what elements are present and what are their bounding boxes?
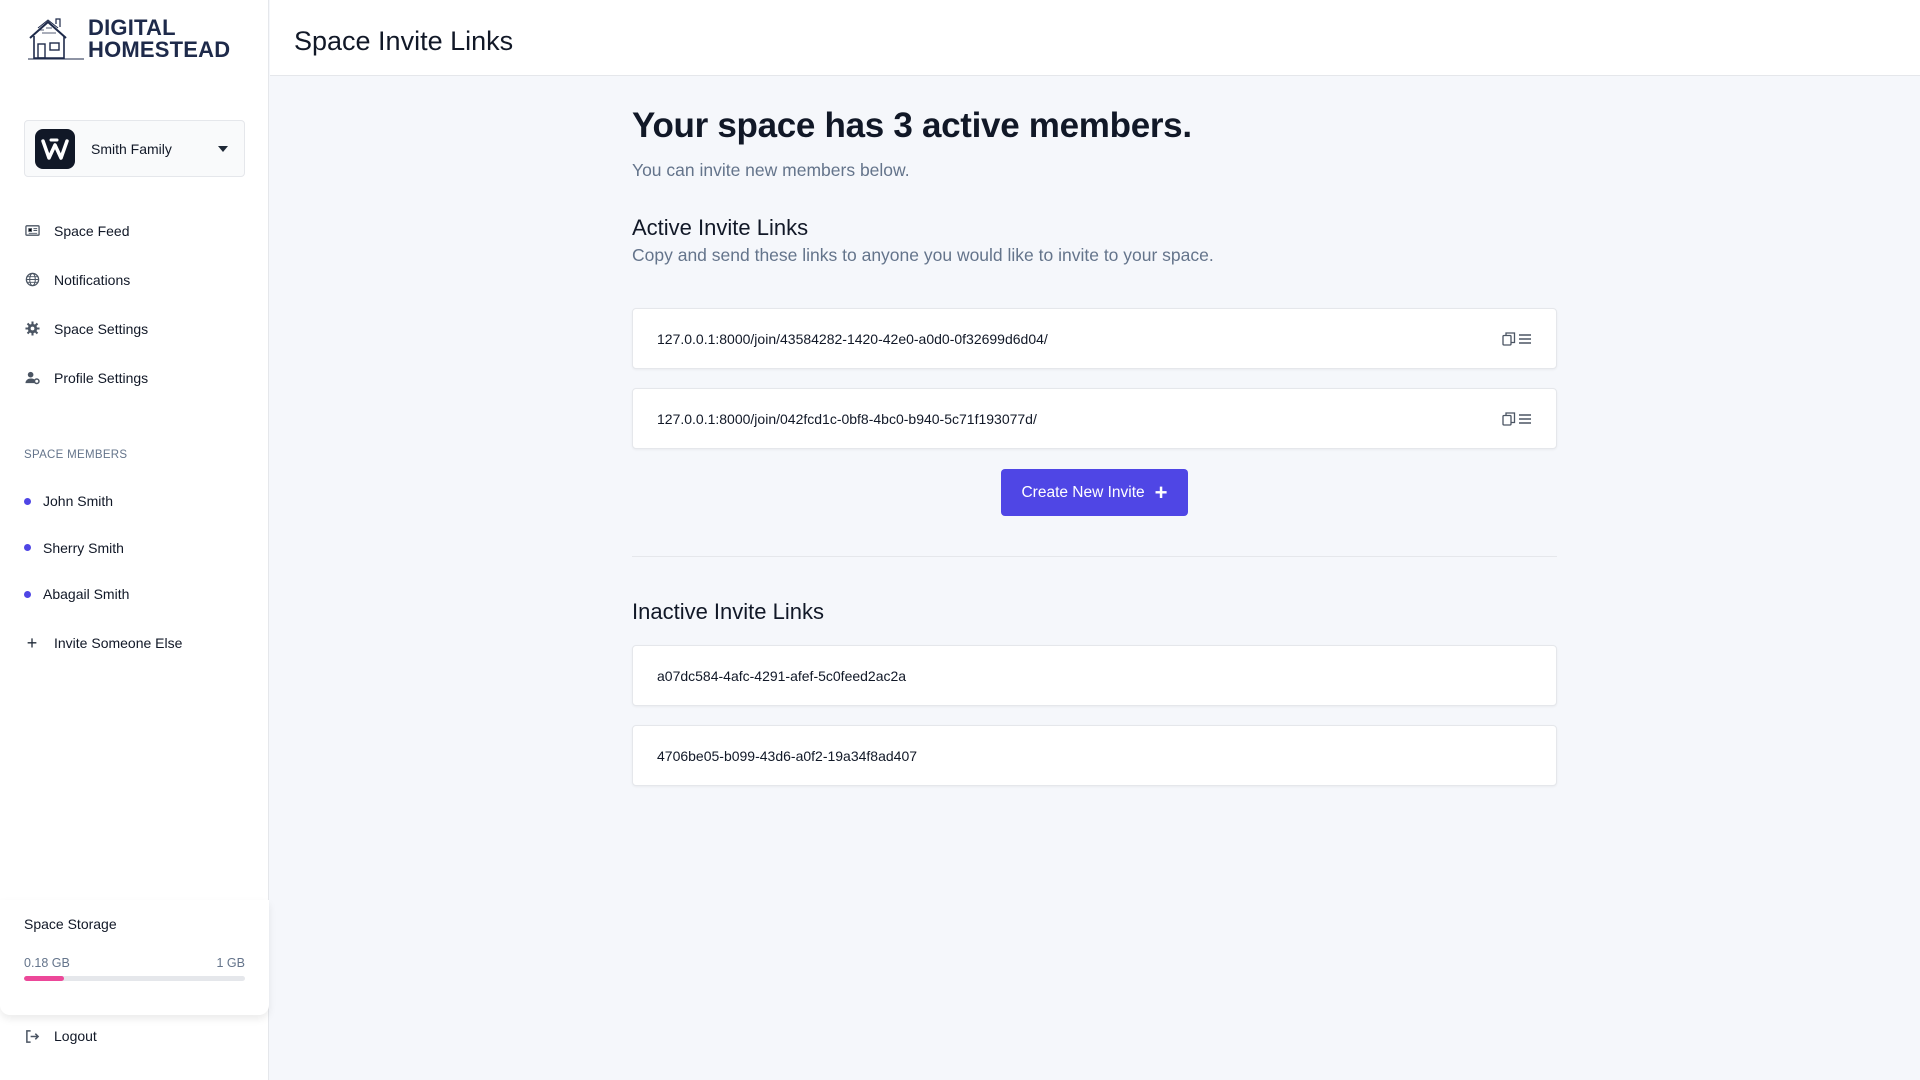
nav-item-space-feed[interactable]: Space Feed <box>24 206 254 255</box>
active-links-title: Active Invite Links <box>632 215 809 240</box>
copy-icon[interactable] <box>1502 411 1532 426</box>
brand-line2: HOMESTEAD <box>88 37 231 62</box>
invite-link-text[interactable]: 127.0.0.1:8000/join/43584282-1420-42e0-a… <box>657 331 1502 347</box>
storage-total: 1 GB <box>216 956 246 970</box>
inactive-links-title: Inactive Invite Links <box>632 599 824 624</box>
caret-down-icon <box>218 145 228 152</box>
active-invite-link: 127.0.0.1:8000/join/43584282-1420-42e0-a… <box>632 308 1557 369</box>
nav-label: Space Feed <box>54 222 130 239</box>
inactive-invite-link: a07dc584-4afc-4291-afef-5c0feed2ac2a <box>632 645 1557 706</box>
storage-progress-bar <box>24 976 245 981</box>
gear-icon <box>24 321 40 337</box>
divider <box>632 556 1557 557</box>
plus-icon: + <box>26 632 38 653</box>
inactive-invite-link: 4706be05-b099-43d6-a0f2-19a34f8ad407 <box>632 725 1557 786</box>
invite-someone-else-link[interactable]: + Invite Someone Else <box>24 618 254 668</box>
copy-icon[interactable] <box>1502 331 1532 346</box>
invite-label: Invite Someone Else <box>54 634 183 651</box>
create-new-invite-button[interactable]: Create New Invite + <box>1001 469 1188 516</box>
inactive-links-list: a07dc584-4afc-4291-afef-5c0feed2ac2a 470… <box>632 645 1557 786</box>
member-item[interactable]: John Smith <box>24 478 254 525</box>
members-list: John Smith Sherry Smith Abagail Smith + … <box>24 478 254 668</box>
status-dot <box>24 590 31 598</box>
active-links-subtitle: Copy and send these links to anyone you … <box>632 245 1214 265</box>
member-item[interactable]: Abagail Smith <box>24 571 254 618</box>
newspaper-icon <box>24 223 40 239</box>
page-header: Space Invite Links <box>270 0 1920 76</box>
member-item[interactable]: Sherry Smith <box>24 525 254 572</box>
house-logo-icon <box>28 18 84 60</box>
storage-used: 0.18 GB <box>24 956 70 970</box>
active-links-list: 127.0.0.1:8000/join/43584282-1420-42e0-a… <box>632 308 1557 449</box>
invite-link-text[interactable]: 127.0.0.1:8000/join/042fcd1c-0bf8-4bc0-b… <box>657 411 1502 427</box>
nav-label: Notifications <box>54 271 131 288</box>
nav-item-space-settings[interactable]: Space Settings <box>24 304 254 353</box>
status-dot <box>24 544 31 552</box>
plus-icon: + <box>1154 479 1168 505</box>
logout-icon <box>24 1028 40 1044</box>
globe-icon <box>24 272 40 288</box>
member-name: Sherry Smith <box>43 539 124 556</box>
storage-title: Space Storage <box>24 916 117 932</box>
member-count-heading: Your space has 3 active members. <box>632 106 1192 145</box>
status-dot <box>24 497 31 505</box>
space-name: Smith Family <box>91 140 172 157</box>
space-avatar <box>35 128 75 169</box>
member-name: Abagail Smith <box>43 586 130 603</box>
logo[interactable]: DIGITAL HOMESTEAD <box>26 16 230 62</box>
storage-progress-fill <box>24 976 64 981</box>
user-gear-icon <box>24 370 40 386</box>
create-invite-label: Create New Invite <box>1021 483 1145 501</box>
logout-label: Logout <box>54 1028 97 1044</box>
space-logo-icon <box>41 138 69 160</box>
active-invite-link: 127.0.0.1:8000/join/042fcd1c-0bf8-4bc0-b… <box>632 388 1557 449</box>
nav-label: Profile Settings <box>54 369 149 386</box>
space-selector[interactable]: Smith Family <box>24 120 245 177</box>
member-name: John Smith <box>43 493 114 510</box>
nav-item-profile-settings[interactable]: Profile Settings <box>24 353 254 402</box>
sidebar: DIGITAL HOMESTEAD Smith Family Space Fee… <box>0 0 269 1080</box>
nav-item-notifications[interactable]: Notifications <box>24 255 254 304</box>
storage-panel: Space Storage 0.18 GB 1 GB <box>0 900 269 1015</box>
brand-line1: DIGITAL <box>88 15 176 40</box>
members-heading: SPACE MEMBERS <box>24 449 128 461</box>
page-title: Space Invite Links <box>294 26 514 56</box>
main-content: Your space has 3 active members. You can… <box>632 76 1557 786</box>
sidebar-nav: Space Feed Notifications Space Settings … <box>24 206 254 402</box>
invite-link-text: a07dc584-4afc-4291-afef-5c0feed2ac2a <box>657 667 907 684</box>
nav-label: Space Settings <box>54 320 149 337</box>
member-count-subtitle: You can invite new members below. <box>632 160 910 180</box>
invite-link-text: 4706be05-b099-43d6-a0f2-19a34f8ad407 <box>657 747 918 764</box>
logout-button[interactable]: Logout <box>24 1028 97 1044</box>
